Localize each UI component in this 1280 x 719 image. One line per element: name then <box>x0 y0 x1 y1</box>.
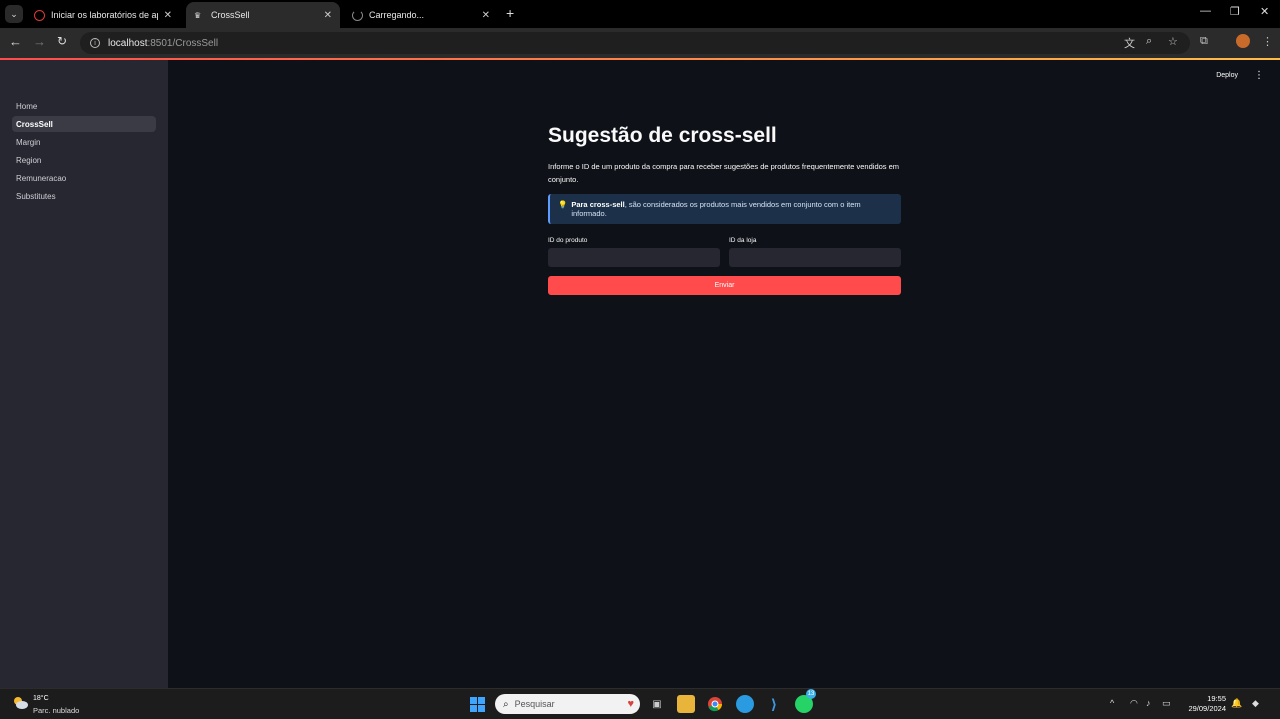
partly-cloudy-icon[interactable] <box>12 696 28 710</box>
back-arrow-icon[interactable]: ← <box>9 34 22 49</box>
close-window-icon[interactable]: ✕ <box>1260 5 1269 18</box>
minimize-icon[interactable]: — <box>1200 5 1211 17</box>
chrome-icon[interactable] <box>706 695 724 713</box>
product-id-field: ID do produto <box>548 237 720 267</box>
taskbar-search[interactable]: ⌕ Pesquisar ♥ <box>495 694 640 714</box>
browser-toolbar: ← → ↻ i localhost:8501/CrossSell 文 ⌕ ☆ ⧉… <box>0 28 1280 58</box>
clock-time: 19:55 <box>1207 694 1226 703</box>
copilot-icon[interactable]: ◆ <box>1252 698 1259 709</box>
site-info-icon[interactable]: i <box>90 38 100 48</box>
search-icon: ⌕ <box>503 698 509 710</box>
url-path: :8501/CrossSell <box>147 37 219 49</box>
crown-icon: ♛ <box>194 10 202 20</box>
page-description: Informe o ID de um produto da compra par… <box>548 162 900 184</box>
chrome-menu-icon[interactable]: ⋮ <box>1262 35 1273 48</box>
wifi-icon[interactable]: ◠ <box>1130 698 1138 709</box>
tab-title: Iniciar os laboratórios de apren <box>51 10 158 20</box>
store-id-field: ID da loja <box>729 237 901 267</box>
form-fields: ID do produto ID da loja <box>548 237 901 267</box>
info-bold-text: Para cross-sell <box>571 200 625 209</box>
tab-title: CrossSell <box>211 10 250 20</box>
product-id-label: ID do produto <box>548 237 588 244</box>
sidebar-item-home[interactable]: Home <box>12 98 156 114</box>
profile-avatar[interactable] <box>1236 34 1250 48</box>
tab-title: Carregando... <box>369 10 425 20</box>
taskbar: 18°C Parc. nublado ⌕ Pesquisar ♥ ▣ ⟩ 13 … <box>0 688 1280 719</box>
zoom-icon[interactable]: ⌕ <box>1146 35 1152 48</box>
battery-icon[interactable]: ▭ <box>1162 698 1171 709</box>
store-id-input[interactable] <box>729 248 901 267</box>
clock-date: 29/09/2024 <box>1188 704 1226 713</box>
sidebar-item-remuneracao[interactable]: Remuneracao <box>12 170 156 186</box>
page-title: Sugestão de cross-sell <box>548 124 777 147</box>
app-menu-icon[interactable]: ⋮ <box>1254 70 1264 81</box>
close-tab-icon[interactable]: ✕ <box>164 10 172 21</box>
tab-crosssell[interactable]: ♛ CrossSell ✕ <box>186 2 340 28</box>
submit-button[interactable]: Enviar <box>548 276 901 295</box>
search-placeholder: Pesquisar <box>514 699 555 709</box>
product-id-input[interactable] <box>548 248 720 267</box>
vscode-icon[interactable]: ⟩ <box>765 695 783 713</box>
deploy-button[interactable]: Deploy <box>1216 72 1238 79</box>
close-tab-icon[interactable]: ✕ <box>324 10 332 21</box>
weather-description: Parc. nublado <box>33 706 80 715</box>
restore-icon[interactable]: ❐ <box>1230 5 1240 18</box>
tab-labs[interactable]: Iniciar os laboratórios de apren ✕ <box>26 2 180 28</box>
task-view-icon[interactable]: ▣ <box>648 695 666 713</box>
app-header: Deploy ⋮ <box>168 60 1280 92</box>
sidebar-item-crosssell[interactable]: CrossSell <box>12 116 156 132</box>
docker-icon[interactable] <box>736 695 754 713</box>
loading-icon <box>352 9 363 21</box>
tab-loading[interactable]: Carregando... ✕ <box>344 2 498 28</box>
sidebar-item-substitutes[interactable]: Substitutes <box>12 188 156 204</box>
bookmark-star-icon[interactable]: ☆ <box>1168 35 1178 48</box>
url-host: localhost <box>108 37 148 49</box>
sidebar-item-margin[interactable]: Margin <box>12 134 156 150</box>
main-content: Sugestão de cross-sell Informe o ID de u… <box>548 120 901 295</box>
extensions-icon[interactable]: ⧉ <box>1200 35 1208 48</box>
lightbulb-icon: 💡 <box>558 200 568 209</box>
show-hidden-icons-chevron-icon[interactable]: ^ <box>1110 698 1114 708</box>
sidebar: Home CrossSell Margin Region Remuneracao… <box>0 60 168 688</box>
browser-tabstrip: ⌄ Iniciar os laboratórios de apren ✕ ♛ C… <box>0 0 1280 28</box>
sidebar-item-region[interactable]: Region <box>12 152 156 168</box>
store-id-label: ID da loja <box>729 237 757 244</box>
weather-temperature: 18°C <box>33 695 49 702</box>
new-tab-plus-icon[interactable]: + <box>506 5 514 21</box>
info-callout: 💡 Para cross-sell, são considerados os p… <box>548 194 901 224</box>
close-tab-icon[interactable]: ✕ <box>482 10 490 21</box>
reload-icon[interactable]: ↻ <box>57 34 67 48</box>
translate-icon[interactable]: 文 <box>1124 35 1135 51</box>
notifications-bell-icon[interactable]: 🔔 <box>1231 698 1242 709</box>
notification-badge: 13 <box>806 689 816 699</box>
system-clock[interactable]: 19:55 29/09/2024 <box>1188 694 1226 714</box>
search-highlight-icon: ♥ <box>627 698 634 710</box>
spinner-red-icon <box>34 9 45 21</box>
forward-arrow-icon[interactable]: → <box>33 34 46 49</box>
file-explorer-icon[interactable] <box>677 695 695 713</box>
address-bar[interactable]: i localhost:8501/CrossSell <box>80 32 1190 54</box>
tab-search-chevron-icon[interactable]: ⌄ <box>5 5 23 23</box>
volume-icon[interactable]: ♪ <box>1146 698 1151 708</box>
windows-start-icon[interactable] <box>470 697 485 712</box>
